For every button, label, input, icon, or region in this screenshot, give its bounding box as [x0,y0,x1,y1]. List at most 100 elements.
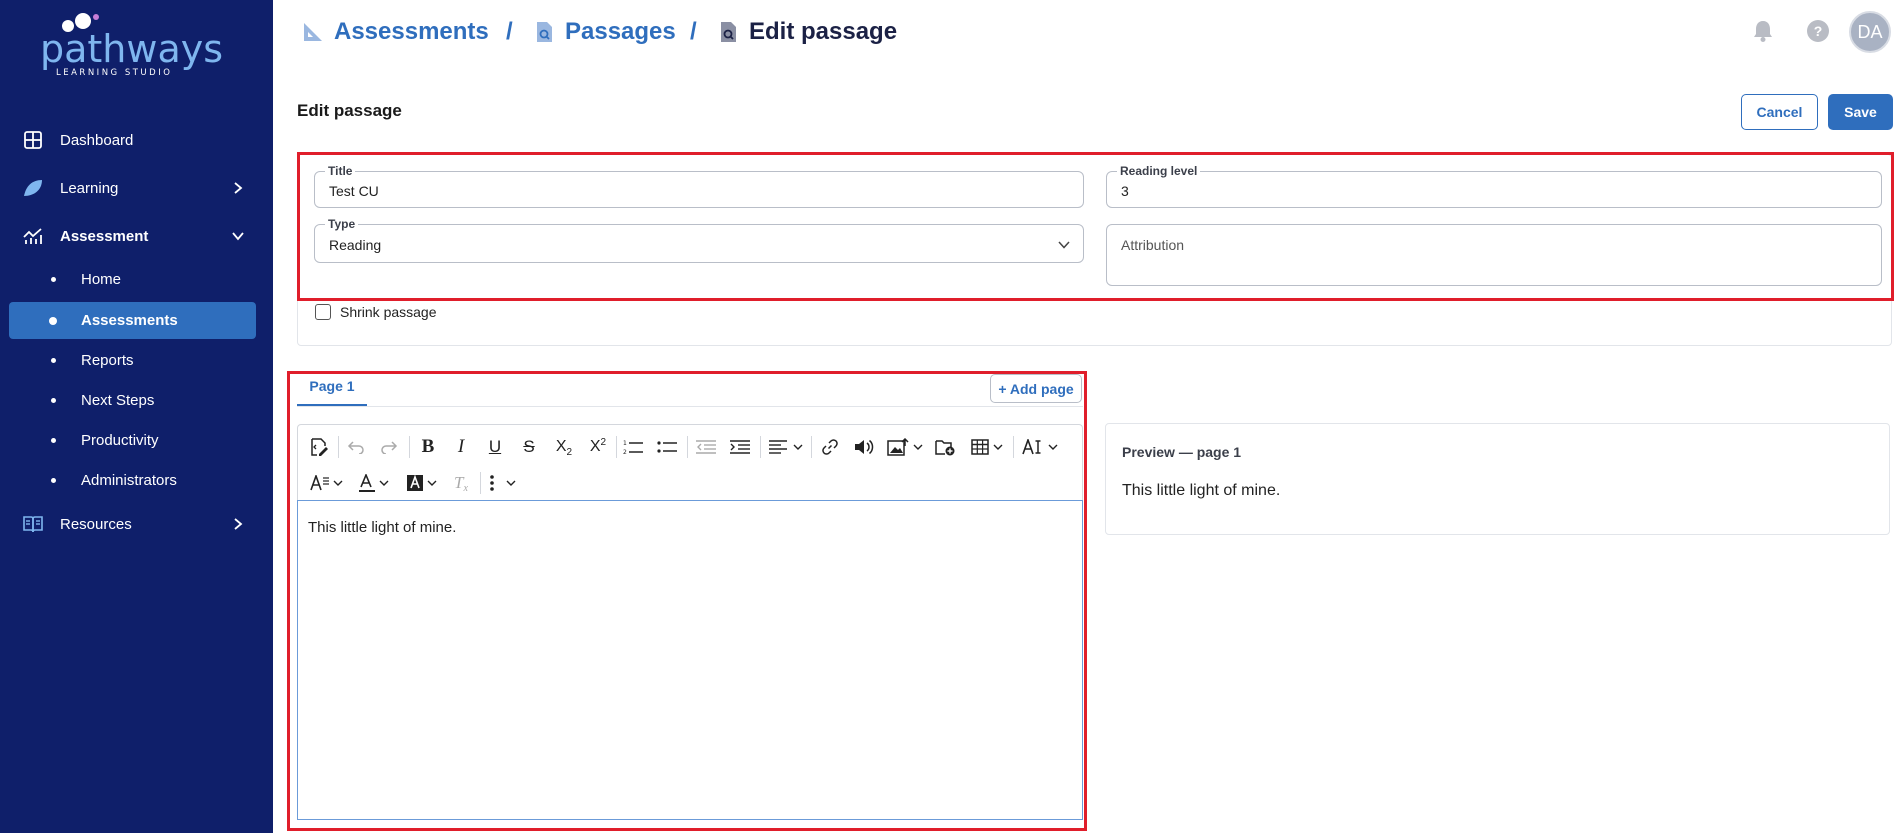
sidebar-subitem-next-steps[interactable]: Next Steps [9,382,256,419]
indent-icon[interactable] [727,433,753,461]
reading-level-field[interactable]: Reading level 3 [1106,164,1882,208]
chevron-down-icon [793,444,803,450]
more-vertical-icon [490,475,494,491]
italic-icon[interactable]: I [448,433,474,461]
shrink-passage-label: Shrink passage [340,304,437,320]
sidebar-item-dashboard[interactable]: Dashboard [0,120,273,160]
bullet-icon [51,438,56,443]
chevron-down-icon [993,444,1003,450]
toolbar-separator [687,436,688,458]
bullet-icon [49,316,57,325]
editor-toolbar: B I U S X2 X2 12 T x [297,424,1083,500]
grid-icon [22,129,44,151]
chevron-down-icon [506,480,516,486]
reading-level-label: Reading level [1117,164,1201,178]
cancel-button[interactable]: Cancel [1741,94,1818,130]
sidebar-item-label: Dashboard [60,131,134,149]
attribution-field[interactable]: Attribution [1106,224,1882,286]
toolbar-separator [480,472,481,494]
sidebar-subitem-administrators[interactable]: Administrators [9,462,256,499]
sidebar-subitem-reports[interactable]: Reports [9,342,256,379]
breadcrumb-label: Assessments [334,18,489,45]
bullet-icon [51,277,56,282]
chevron-down-icon [913,444,923,450]
table-dropdown[interactable] [966,433,1008,461]
breadcrumb-label: Edit passage [749,18,898,45]
sidebar-subitem-label: Productivity [81,432,159,449]
font-color-icon [358,474,375,492]
chevron-right-icon [234,518,243,530]
more-options-dropdown[interactable] [486,469,520,497]
strikethrough-icon[interactable]: S [516,433,542,461]
font-color-dropdown[interactable] [354,469,392,497]
type-select[interactable]: Type Reading [314,217,1084,263]
bullet-icon [51,478,56,483]
save-button[interactable]: Save [1828,94,1893,130]
breadcrumb-passages[interactable]: Passages [533,18,676,46]
title-field[interactable]: Title Test CU [314,164,1084,208]
text-size-dropdown[interactable] [1018,433,1062,461]
editor-content: This little light of mine. [308,519,457,536]
preview-title: Preview — page 1 [1122,444,1242,460]
breadcrumb-separator: / [506,18,513,45]
chevron-right-icon [234,182,243,194]
redo-icon[interactable] [376,433,402,461]
numbered-list-icon[interactable]: 12 [620,433,646,461]
pathways-logo[interactable]: pathways LEARNING STUDIO [40,12,230,82]
undo-icon[interactable] [343,433,369,461]
outdent-icon[interactable] [693,433,719,461]
superscript-icon[interactable]: X2 [584,433,612,461]
chevron-down-icon [379,480,388,486]
text-size-icon [1022,439,1041,455]
passage-editor[interactable]: This little light of mine. [297,500,1083,820]
attribution-placeholder: Attribution [1121,237,1185,253]
preview-panel: Preview — page 1 This little light of mi… [1105,423,1890,535]
sidebar-subitem-label: Next Steps [81,392,155,409]
sidebar-subitem-home[interactable]: Home [9,261,256,298]
title-value: Test CU [329,183,379,199]
bell-icon[interactable] [1750,18,1776,44]
clear-format-icon[interactable]: Tx [448,469,474,497]
bold-icon[interactable]: B [415,433,441,461]
chevron-down-icon [1048,444,1058,450]
svg-text:LEARNING STUDIO: LEARNING STUDIO [56,68,172,78]
chart-icon [22,225,44,247]
toolbar-separator [616,436,617,458]
align-left-icon [769,440,787,454]
help-icon[interactable]: ? [1807,20,1829,42]
svg-text:2: 2 [623,449,627,455]
source-code-icon[interactable] [306,433,332,461]
type-label: Type [325,217,359,231]
sidebar-subitem-label: Administrators [81,472,177,489]
add-page-button[interactable]: + Add page [990,374,1082,403]
svg-text:pathways: pathways [40,27,223,71]
chevron-down-icon [427,480,436,486]
document-search-icon [721,22,736,42]
highlight-color-dropdown[interactable] [402,469,440,497]
shrink-passage-checkbox[interactable] [315,304,331,320]
reading-level-value: 3 [1121,183,1129,199]
chevron-down-icon [232,232,244,241]
bullet-list-icon[interactable] [654,433,680,461]
breadcrumb-assessments[interactable]: Assessments [302,18,489,46]
image-dropdown[interactable] [884,433,926,461]
toolbar-separator [760,436,761,458]
sidebar-item-resources[interactable]: Resources [0,504,273,544]
toolbar-separator [811,436,812,458]
sidebar-item-label: Assessment [60,227,149,245]
audio-icon[interactable] [851,433,877,461]
avatar[interactable]: DA [1849,11,1891,53]
sidebar-subitem-productivity[interactable]: Productivity [9,422,256,459]
underline-icon[interactable]: U [482,433,508,461]
sidebar-subitem-assessments[interactable]: Assessments [9,302,256,339]
breadcrumb-label: Passages [565,18,676,45]
tab-page-1[interactable]: Page 1 [297,372,367,406]
align-dropdown[interactable] [766,433,806,461]
sidebar-item-learning[interactable]: Learning [0,168,273,208]
folder-add-icon[interactable] [932,433,958,461]
sidebar-item-assessment[interactable]: Assessment [0,216,273,256]
table-icon [971,439,989,455]
link-icon[interactable] [817,433,843,461]
subscript-icon[interactable]: X2 [550,433,578,461]
line-height-dropdown[interactable] [306,469,346,497]
